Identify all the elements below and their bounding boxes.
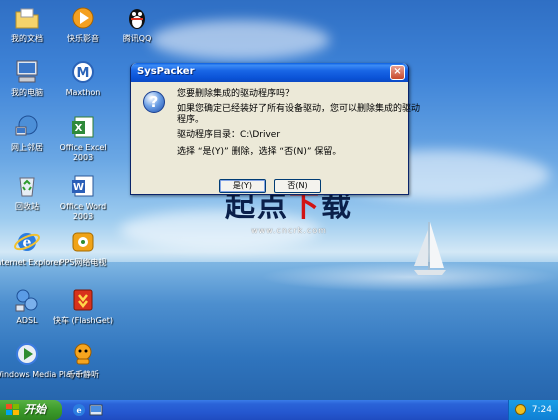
- dialog-message-line1: 您要删除集成的驱动程序吗？: [177, 89, 295, 99]
- dialog-message-line3: 程序。: [177, 115, 205, 125]
- desktop-icon-maxthon[interactable]: M Maxthon: [50, 58, 116, 98]
- svg-text:X: X: [75, 123, 83, 134]
- desktop-icon-ttplayer[interactable]: 千千静听: [50, 340, 116, 380]
- ttplayer-icon: [69, 340, 97, 368]
- word-icon: W: [69, 172, 97, 200]
- desktop-icon-label: PPS网络电视: [59, 258, 107, 267]
- watermark-url: www.cncrk.com: [251, 226, 327, 235]
- my-computer-icon: [13, 58, 41, 86]
- close-button[interactable]: ×: [390, 65, 405, 80]
- adsl-icon: [13, 286, 41, 314]
- taskbar: 开始 e 7:24: [0, 400, 558, 420]
- desktop-icon-label: 腾讯QQ: [122, 34, 152, 43]
- desktop-icon-flashget[interactable]: 快车 (FlashGet): [50, 286, 116, 326]
- svg-text:M: M: [77, 66, 90, 81]
- qq-icon: [123, 4, 151, 32]
- folder-documents-icon: [13, 4, 41, 32]
- desktop-icon-label: 快车 (FlashGet): [53, 316, 114, 325]
- start-label: 开始: [24, 403, 46, 416]
- media-player-icon: [69, 4, 97, 32]
- svg-text:W: W: [73, 182, 84, 193]
- desktop-icon-word[interactable]: W Office Word 2003: [50, 172, 116, 222]
- sea-highlight: [260, 262, 558, 292]
- svg-text:e: e: [76, 405, 81, 415]
- dialog-message-driver-dir: 驱动程序目录：C:\Driver: [177, 130, 281, 140]
- network-icon: [13, 113, 41, 141]
- desktop-icon-label: Maxthon: [65, 88, 101, 97]
- tray-icon[interactable]: [515, 404, 526, 415]
- dialog-message-line2: 如果您确定已经装好了所有设备驱动，您可以删除集成的驱动: [177, 104, 421, 114]
- desktop-icon-pps[interactable]: PPS网络电视: [50, 228, 116, 268]
- desktop-icon-label: Office Word 2003: [59, 202, 107, 221]
- watermark-logo-text: 起点下载: [225, 189, 353, 224]
- pps-icon: [69, 228, 97, 256]
- desktop-icon-excel[interactable]: X Office Excel 2003: [50, 113, 116, 163]
- clock[interactable]: 7:24: [532, 400, 552, 420]
- start-button[interactable]: 开始: [0, 400, 62, 420]
- show-desktop-icon[interactable]: [89, 403, 103, 417]
- desktop-icon-label: 千千静听: [67, 370, 99, 379]
- close-icon: ×: [393, 66, 402, 77]
- ie-quicklaunch-icon[interactable]: e: [72, 403, 86, 417]
- dialog-titlebar[interactable]: SysPacker ×: [131, 63, 408, 82]
- windows-logo-icon: [6, 404, 19, 415]
- desktop-icon-label: Office Excel 2003: [59, 143, 107, 162]
- recycle-bin-icon: [13, 172, 41, 200]
- question-icon: ?: [143, 91, 165, 113]
- sailboat-icon: [414, 222, 446, 275]
- system-tray: 7:24: [508, 400, 558, 420]
- ie-icon: e: [13, 228, 41, 256]
- flashget-icon: [69, 286, 97, 314]
- excel-icon: X: [69, 113, 97, 141]
- yes-button[interactable]: 是(Y): [219, 179, 266, 193]
- syspacker-dialog: SysPacker × ? 您要删除集成的驱动程序吗？ 如果您确定已经装好了所有…: [130, 63, 420, 195]
- cloud: [150, 20, 330, 60]
- wmp-icon: [13, 340, 41, 368]
- watermark: 起点下载 www.cncrk.com: [214, 189, 364, 236]
- dialog-title: SysPacker: [137, 66, 195, 77]
- maxthon-browser-icon: M: [69, 58, 97, 86]
- no-button[interactable]: 否(N): [274, 179, 321, 193]
- desktop-icon-qq[interactable]: 腾讯QQ: [104, 4, 170, 44]
- dialog-message-choice: 选择 “是(Y)” 删除，选择 “否(N)” 保留。: [177, 147, 342, 157]
